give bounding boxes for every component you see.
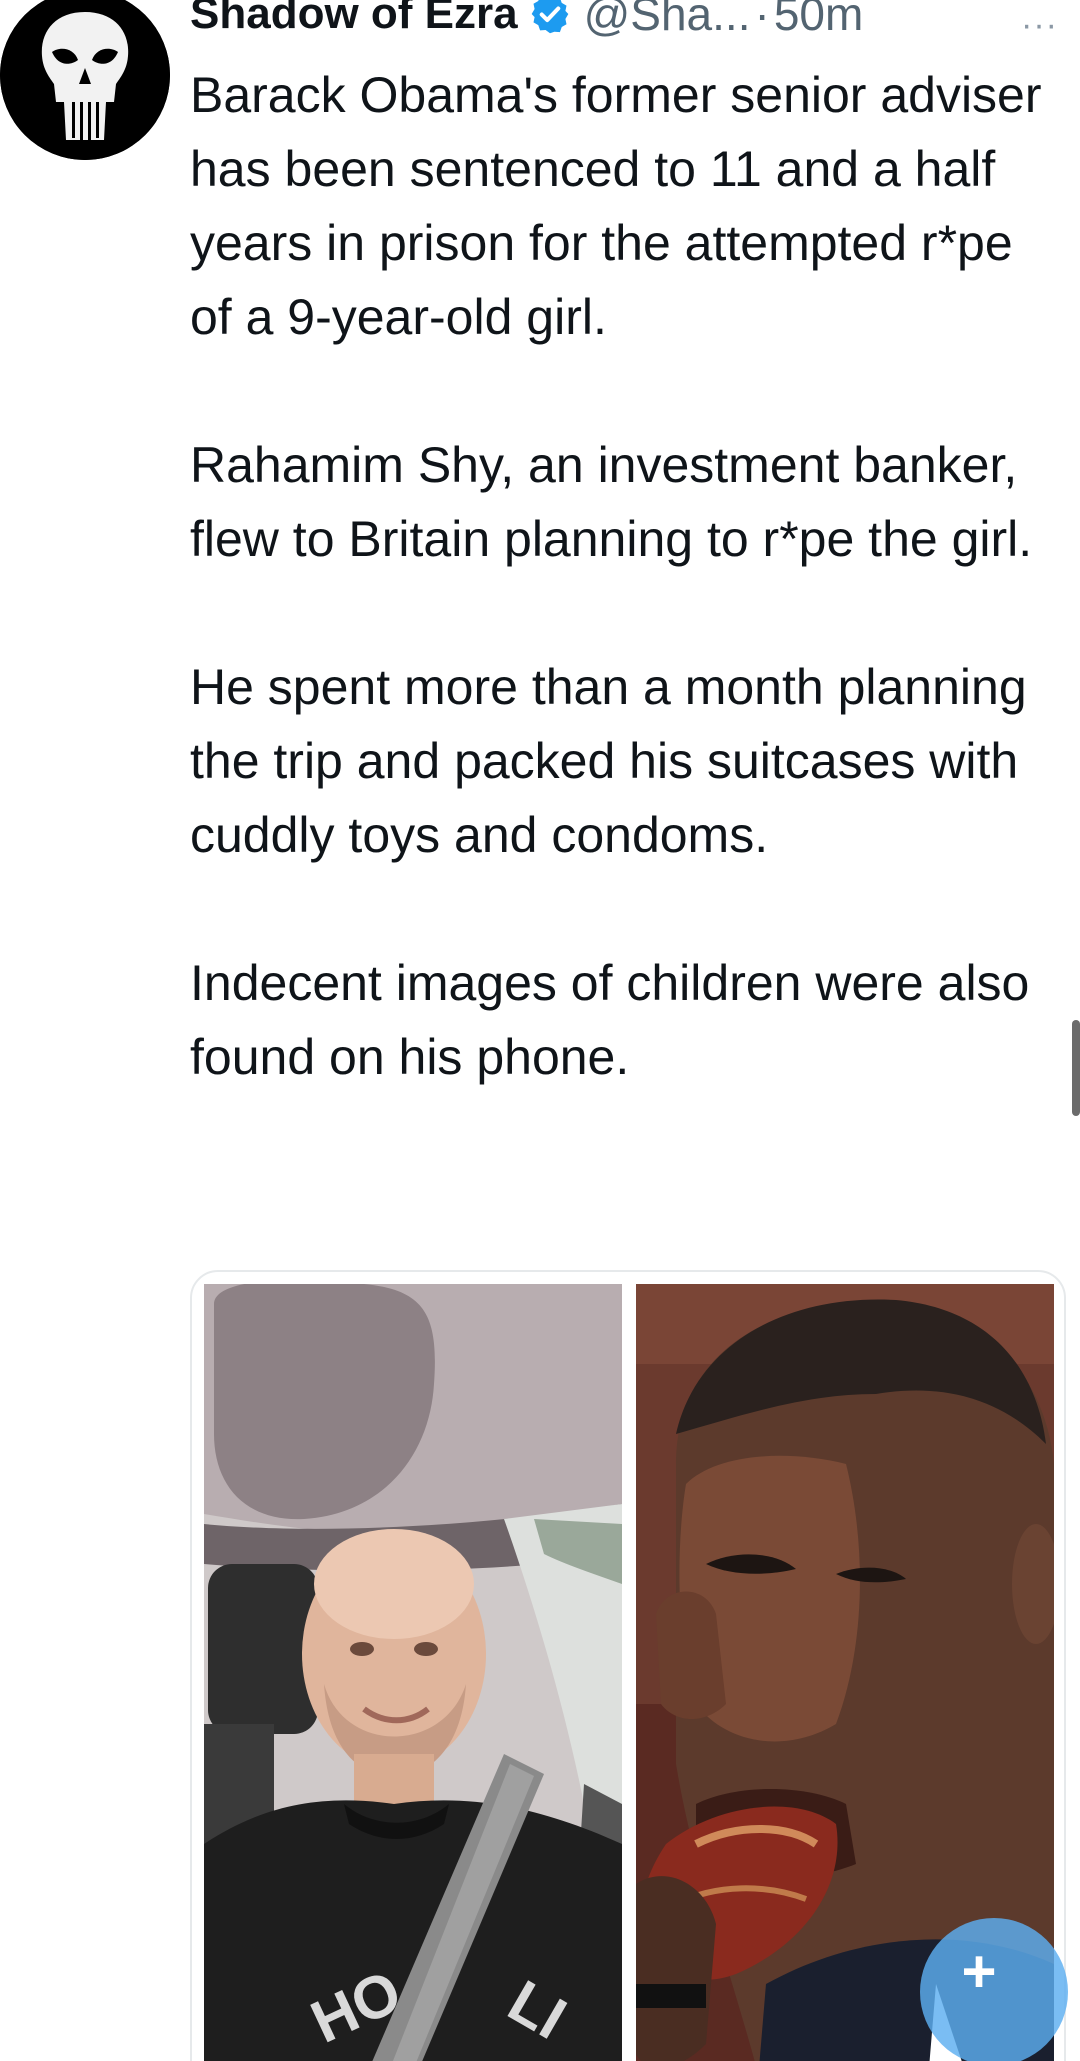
author-handle[interactable]: @Sha... <box>584 0 751 41</box>
man-in-car-photo: HO LI <box>204 1284 622 2061</box>
punisher-skull-icon <box>0 0 170 160</box>
tweet[interactable]: Shadow of Ezra @Sha... · 50m ··· Barack … <box>0 0 1080 2061</box>
tweet-text: Barack Obama's former senior adviser has… <box>190 58 1060 1094</box>
tweet-paragraph: He spent more than a month planning the … <box>190 659 1027 863</box>
tweet-paragraph: Rahamim Shy, an investment banker, flew … <box>190 437 1033 567</box>
compose-button[interactable]: + <box>920 1918 1068 2061</box>
more-dots-icon[interactable]: ··· <box>1021 8 1058 42</box>
media-photo-left[interactable]: HO LI <box>204 1284 622 2061</box>
author-avatar[interactable] <box>0 0 170 160</box>
plus-icon: + <box>961 1938 997 2005</box>
tweet-paragraph: Barack Obama's former senior adviser has… <box>190 67 1042 345</box>
tweet-media[interactable]: HO LI <box>190 1270 1066 2061</box>
tweet-timestamp[interactable]: 50m <box>774 0 863 41</box>
separator-dot: · <box>754 0 770 40</box>
verified-badge-icon <box>531 0 568 34</box>
tweet-header: Shadow of Ezra @Sha... · 50m <box>190 0 1080 42</box>
scrollbar[interactable] <box>1072 1020 1080 1116</box>
tweet-paragraph: Indecent images of children were also fo… <box>190 955 1030 1085</box>
author-display-name[interactable]: Shadow of Ezra <box>190 0 518 39</box>
